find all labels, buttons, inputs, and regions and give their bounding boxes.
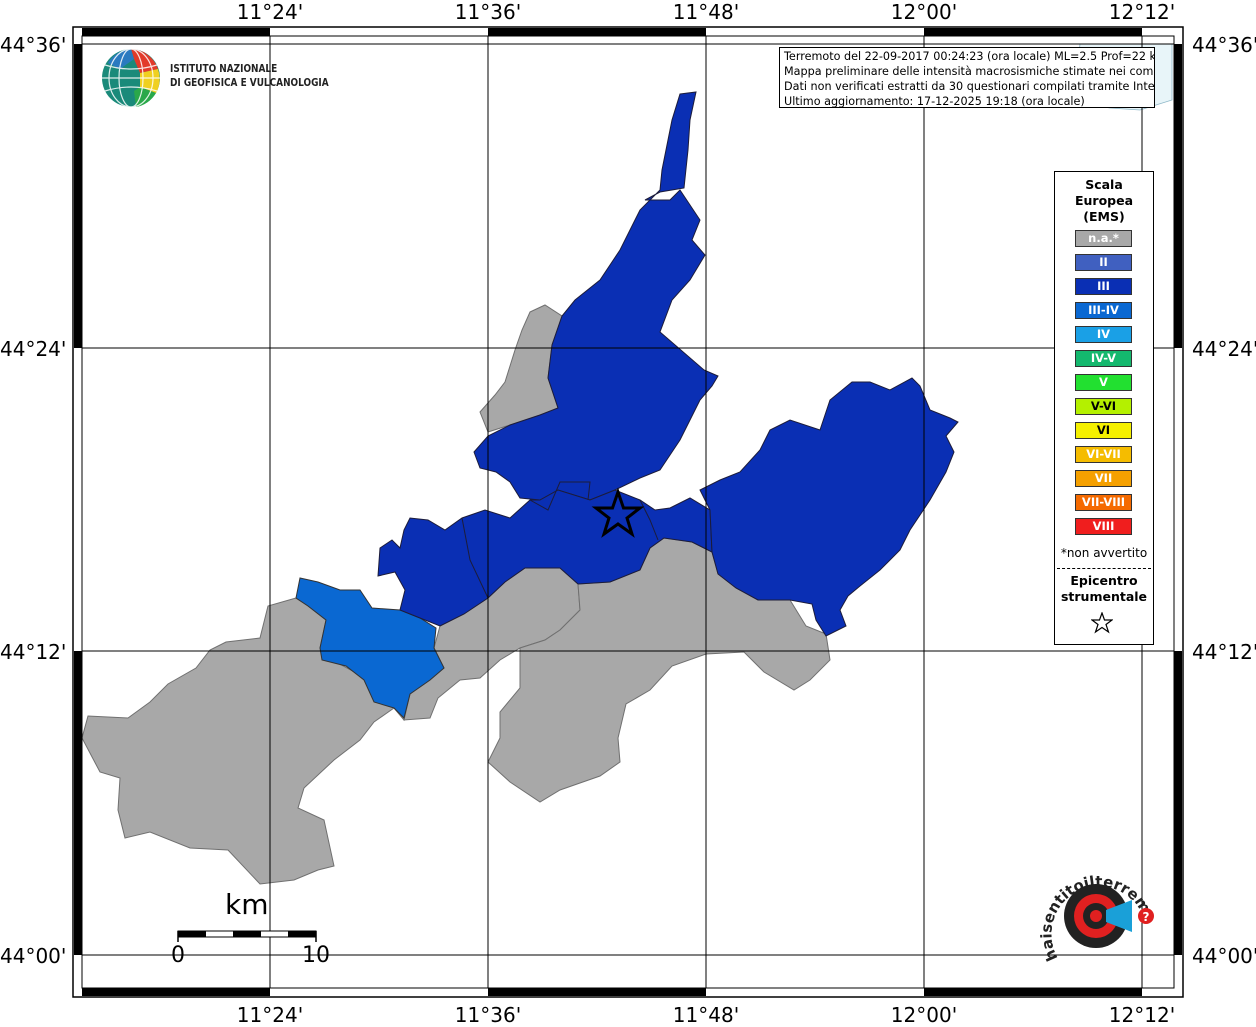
lat-label-left: 44°12' <box>0 640 67 664</box>
lon-label-bottom: 11°48' <box>672 1003 740 1027</box>
legend-title-line2: Europea <box>1074 193 1134 208</box>
lat-label-right: 44°24' <box>1192 337 1256 361</box>
lon-label-bottom: 12°00' <box>890 1003 958 1027</box>
epicenter-star-icon <box>1091 612 1113 634</box>
lon-label-top: 11°24' <box>236 0 304 24</box>
ems-legend: Scala Europea (EMS) n.a.* II III III-IV IV IV… <box>1054 171 1154 645</box>
info-line-3: Dati non verificati estratti da 30 quest… <box>784 80 1155 93</box>
lon-label-bottom: 11°24' <box>236 1003 304 1027</box>
info-line-1: Terremoto del 22-09-2017 00:24:23 (ora l… <box>784 50 1155 63</box>
legend-item: V <box>1075 374 1132 391</box>
lon-label-top: 11°48' <box>672 0 740 24</box>
lat-label-left: 44°36' <box>0 33 67 57</box>
legend-item: n.a.* <box>1075 230 1132 247</box>
legend-item: IV-V <box>1075 350 1132 367</box>
lon-label-top: 12°12' <box>1108 0 1176 24</box>
legend-title: Scala Europea (EMS) <box>1055 177 1153 225</box>
scale-unit-label: km <box>225 888 269 921</box>
legend-item: VIII <box>1075 518 1132 535</box>
legend-item: VII <box>1075 470 1132 487</box>
info-line-2: Mappa preliminare delle intensità macros… <box>784 65 1155 78</box>
municipality-III-ravenna <box>473 91 719 501</box>
lon-label-top: 11°36' <box>454 0 522 24</box>
lat-label-left: 44°00' <box>0 944 67 968</box>
legend-item: II <box>1075 254 1132 271</box>
legend-epicenter-line1: Epicentro <box>1070 573 1138 588</box>
haisentito-logo-icon: haisentitoilterremoto.it ? <box>1030 858 1154 964</box>
scale-bar <box>177 930 317 942</box>
lon-label-top: 12°00' <box>890 0 958 24</box>
lon-label-bottom: 12°12' <box>1108 1003 1176 1027</box>
lat-label-right: 44°12' <box>1192 640 1256 664</box>
legend-epicenter-line2: strumentale <box>1060 589 1148 604</box>
legend-item: IV <box>1075 326 1132 343</box>
lat-label-right: 44°36' <box>1192 33 1256 57</box>
legend-title-line1: Scala <box>1085 177 1123 192</box>
scale-end-label: 10 <box>302 943 330 968</box>
legend-item: VI-VII <box>1075 446 1132 463</box>
lon-label-bottom: 11°36' <box>454 1003 522 1027</box>
legend-epicenter-label: Epicentro strumentale <box>1055 573 1153 605</box>
legend-item: III-IV <box>1075 302 1132 319</box>
lat-label-left: 44°24' <box>0 337 67 361</box>
legend-item: III <box>1075 278 1132 295</box>
legend-na-note: *non avvertito <box>1060 546 1148 560</box>
svg-text:?: ? <box>1143 910 1150 924</box>
legend-item: V-VI <box>1075 398 1132 415</box>
lat-label-right: 44°00' <box>1192 944 1256 968</box>
legend-title-line3: (EMS) <box>1083 209 1125 224</box>
info-line-4: Ultimo aggiornamento: 17-12-2025 19:18 (… <box>784 95 1085 108</box>
legend-separator <box>1057 568 1151 569</box>
event-info-box: Terremoto del 22-09-2017 00:24:23 (ora l… <box>779 47 1155 108</box>
ingv-logo-line1: ISTITUTO NAZIONALE <box>170 63 278 75</box>
scale-start-label: 0 <box>171 943 185 968</box>
ingv-globe-icon <box>102 48 160 108</box>
legend-item: VII-VIII <box>1075 494 1132 511</box>
ingv-logo-text: ISTITUTO NAZIONALE DI GEOFISICA E VULCAN… <box>170 62 329 90</box>
legend-item: VI <box>1075 422 1132 439</box>
ingv-logo-line2: DI GEOFISICA E VULCANOLOGIA <box>170 77 329 89</box>
